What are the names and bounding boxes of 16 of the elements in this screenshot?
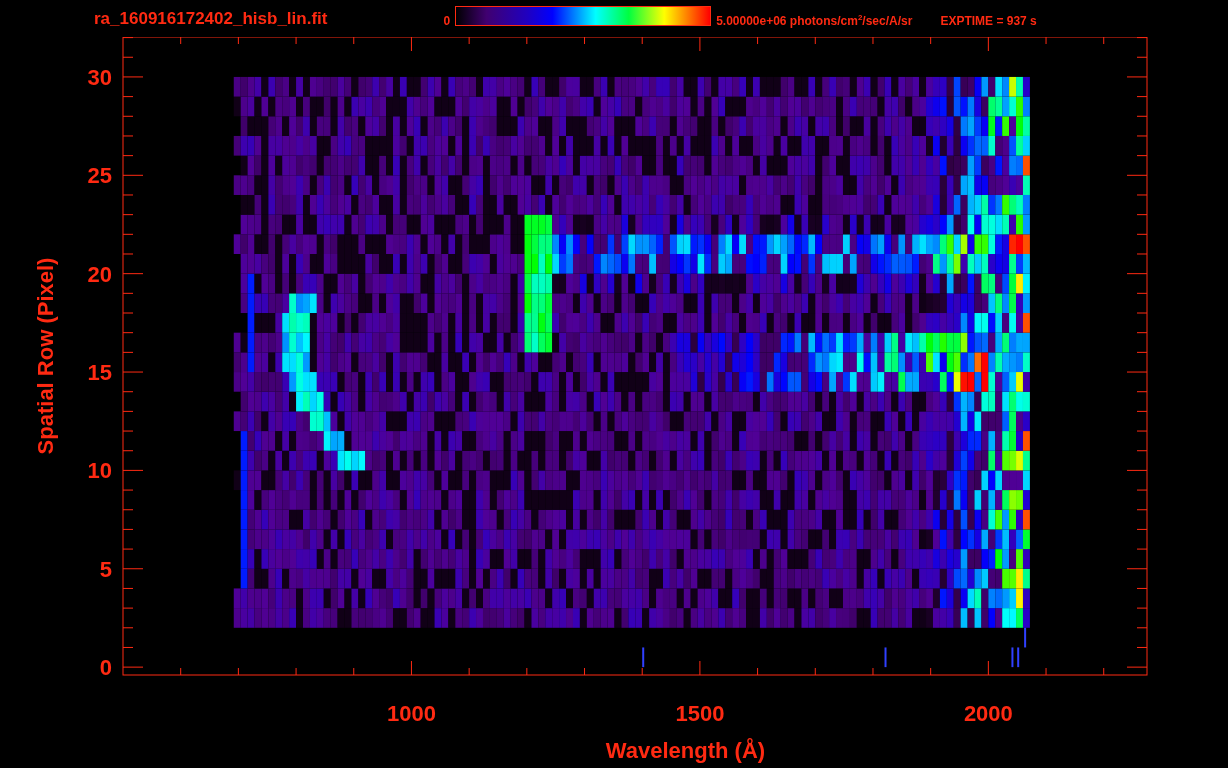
colorbar-max-label: 5.00000e+06 photons/cm$^{2}$/sec/A/sr: [716, 13, 913, 28]
x-tick-label: 1000: [386, 701, 436, 726]
y-tick-label: 5: [99, 556, 112, 582]
x-tick-label: 1500: [675, 701, 725, 726]
x-tick-label: 2000: [963, 701, 1013, 726]
colorbar-min-label: 0: [443, 13, 451, 28]
plot-title: ra_160916172402_hisb_lin.fit: [94, 8, 328, 29]
y-tick-label: 0: [99, 655, 112, 681]
x-axis-title: Wavelength (Å): [605, 738, 766, 763]
y-tick-label: 10: [87, 458, 112, 484]
y-tick-label: 30: [87, 64, 112, 90]
y-tick-label: 15: [87, 360, 112, 386]
y-tick-label: 25: [87, 163, 112, 189]
y-axis-title: Spatial Row (Pixel): [33, 257, 58, 455]
y-tick-label: 20: [87, 261, 112, 287]
exposure-label: EXPTIME = 937 s: [940, 13, 1037, 28]
